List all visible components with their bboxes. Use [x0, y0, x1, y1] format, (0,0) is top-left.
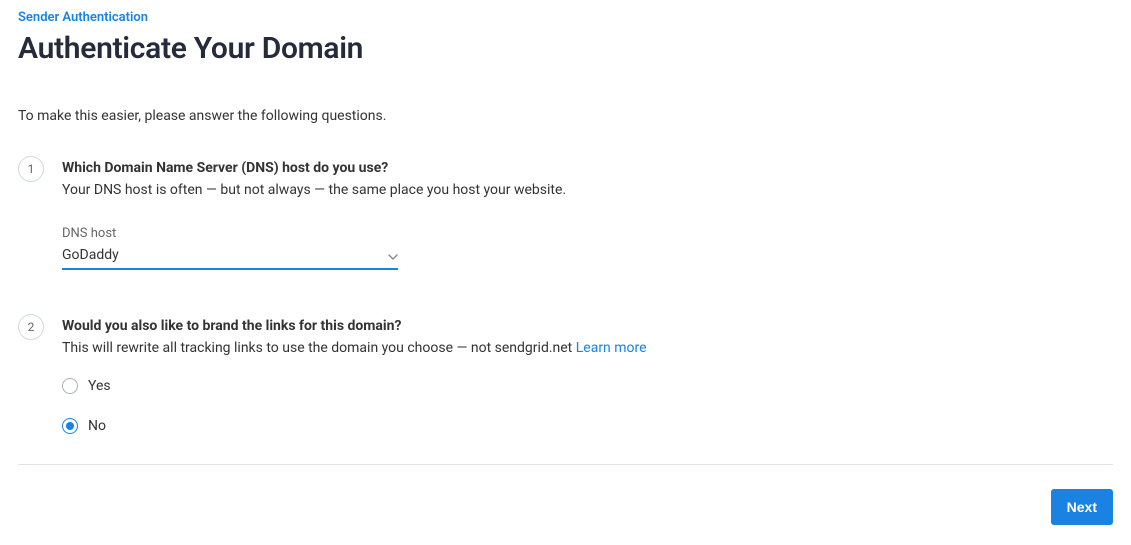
intro-text: To make this easier, please answer the f… — [18, 108, 1113, 124]
breadcrumb-sender-authentication[interactable]: Sender Authentication — [18, 10, 1113, 25]
page-title: Authenticate Your Domain — [18, 31, 1113, 66]
step-2-help: This will rewrite all tracking links to … — [62, 340, 1113, 356]
step-1-question: Which Domain Name Server (DNS) host do y… — [62, 160, 1113, 176]
step-2: 2 Would you also like to brand the links… — [18, 318, 1113, 434]
step-number-2: 2 — [18, 314, 44, 340]
dns-host-label: DNS host — [62, 226, 1113, 241]
dns-host-selected: GoDaddy — [62, 247, 119, 263]
step-2-help-text: This will rewrite all tracking links to … — [62, 340, 576, 356]
chevron-down-icon — [388, 245, 398, 264]
next-button[interactable]: Next — [1051, 489, 1113, 525]
radio-icon-selected — [62, 418, 78, 434]
step-1: 1 Which Domain Name Server (DNS) host do… — [18, 160, 1113, 270]
radio-option-no[interactable]: No — [62, 418, 1113, 434]
step-1-help: Your DNS host is often — but not always … — [62, 182, 1113, 198]
divider — [18, 464, 1113, 465]
step-2-body: Would you also like to brand the links f… — [62, 318, 1113, 434]
radio-icon-unselected — [62, 378, 78, 394]
radio-option-yes[interactable]: Yes — [62, 378, 1113, 394]
radio-label-no: No — [88, 418, 106, 434]
learn-more-link[interactable]: Learn more — [576, 340, 647, 356]
step-2-question: Would you also like to brand the links f… — [62, 318, 1113, 334]
dns-host-select[interactable]: GoDaddy — [62, 245, 398, 270]
footer: Next — [18, 489, 1113, 525]
radio-label-yes: Yes — [88, 378, 111, 394]
step-number-1: 1 — [18, 156, 44, 182]
step-1-body: Which Domain Name Server (DNS) host do y… — [62, 160, 1113, 270]
